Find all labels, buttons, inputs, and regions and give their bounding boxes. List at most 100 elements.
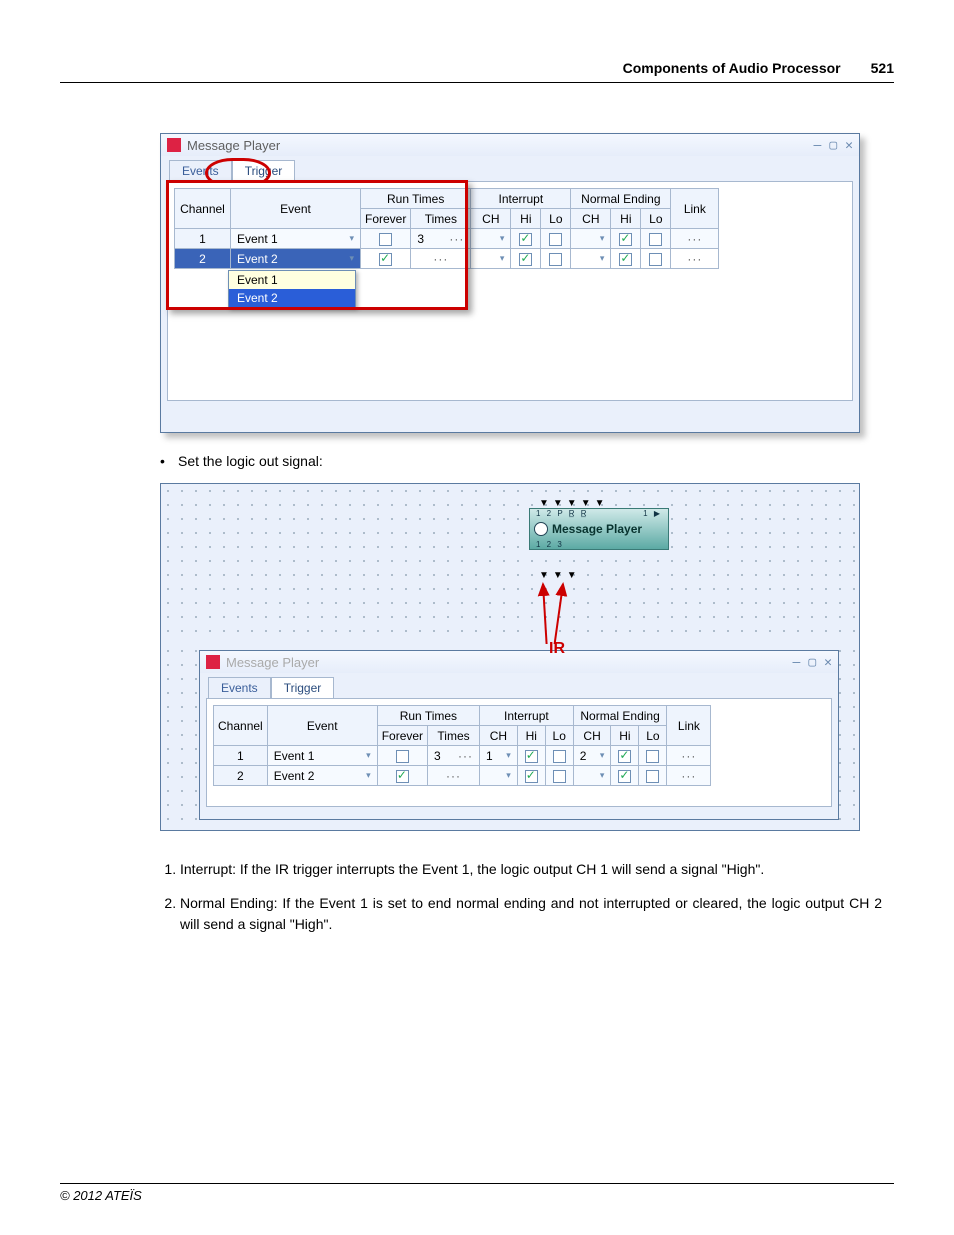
event-select[interactable]: Event 1 <box>231 229 361 249</box>
minimize-button[interactable]: – <box>814 138 822 153</box>
col-times: Times <box>411 209 471 229</box>
trigger-table: Channel Event Run Times Interrupt Normal… <box>174 188 719 269</box>
col-link: Link <box>671 189 719 229</box>
event-dropdown[interactable]: Event 1 Event 2 <box>228 270 356 308</box>
chevron-down-icon <box>357 769 371 783</box>
tab-trigger[interactable]: Trigger <box>271 677 335 698</box>
int-lo-checkbox[interactable] <box>541 229 571 249</box>
col-channel: Channel <box>175 189 231 229</box>
event-select[interactable]: Event 2 <box>267 766 377 786</box>
col-channel: Channel <box>214 706 268 746</box>
int-ch-select[interactable]: 1 <box>480 746 518 766</box>
maximize-button[interactable]: ▢ <box>808 655 816 670</box>
int-hi-checkbox[interactable] <box>517 746 545 766</box>
col-link: Link <box>667 706 711 746</box>
chevron-down-icon <box>357 749 371 763</box>
window-buttons: – ▢ ✕ <box>793 655 832 670</box>
link-button[interactable]: ··· <box>667 766 711 786</box>
table-row-selected: 2 Event 2 ··· ··· <box>175 249 719 269</box>
int-ch-select[interactable] <box>480 766 518 786</box>
message-player-window-bottom: Message Player – ▢ ✕ Events Trigger <box>199 650 839 820</box>
ne-ch-select[interactable]: 2 <box>573 746 611 766</box>
col-ne-ch: CH <box>571 209 611 229</box>
col-times: Times <box>428 726 480 746</box>
col-normal: Normal Ending <box>571 189 671 209</box>
block-top-labels: 1 2 P R̲ R̲1 ▶ <box>530 509 668 518</box>
close-button[interactable]: ✕ <box>845 138 853 153</box>
chevron-down-icon <box>490 252 504 266</box>
maximize-button[interactable]: ▢ <box>829 138 837 153</box>
app-icon <box>206 655 220 669</box>
event-value: Event 1 <box>237 232 278 246</box>
event-select[interactable]: Event 1 <box>267 746 377 766</box>
block-icon <box>534 522 548 536</box>
message-player-block[interactable]: 1 2 P R̲ R̲1 ▶ Message Player 1 2 3 <box>529 508 669 550</box>
chevron-down-icon <box>497 769 511 783</box>
ne-hi-checkbox[interactable] <box>611 766 639 786</box>
int-lo-checkbox[interactable] <box>545 746 573 766</box>
event-select[interactable]: Event 2 <box>231 249 361 269</box>
block-label: Message Player <box>552 522 642 536</box>
times-input[interactable]: ··· <box>411 249 471 269</box>
col-int-lo: Lo <box>545 726 573 746</box>
col-int-ch: CH <box>471 209 511 229</box>
close-button[interactable]: ✕ <box>824 655 832 670</box>
col-event: Event <box>267 706 377 746</box>
page-number: 521 <box>871 60 894 76</box>
ellipsis-icon: ··· <box>449 232 464 246</box>
app-icon <box>167 138 181 152</box>
forever-checkbox[interactable] <box>361 249 411 269</box>
times-input[interactable]: ··· <box>428 766 480 786</box>
ne-hi-checkbox[interactable] <box>611 249 641 269</box>
tab-row: Events Trigger <box>161 156 859 181</box>
col-interrupt: Interrupt <box>471 189 571 209</box>
ne-ch-select[interactable] <box>571 229 611 249</box>
window-title: Message Player <box>226 655 793 670</box>
int-hi-checkbox[interactable] <box>511 249 541 269</box>
col-normal: Normal Ending <box>573 706 667 726</box>
ne-hi-checkbox[interactable] <box>611 229 641 249</box>
link-button[interactable]: ··· <box>671 249 719 269</box>
ne-lo-checkbox[interactable] <box>639 766 667 786</box>
window-buttons: – ▢ ✕ <box>814 138 853 153</box>
ne-hi-checkbox[interactable] <box>611 746 639 766</box>
int-lo-checkbox[interactable] <box>545 766 573 786</box>
link-button[interactable]: ··· <box>667 746 711 766</box>
dropdown-option[interactable]: Event 1 <box>229 271 355 289</box>
trigger-table: Channel Event Run Times Interrupt Normal… <box>213 705 711 786</box>
times-value: ··· <box>433 252 448 266</box>
tab-events[interactable]: Events <box>169 160 232 181</box>
ne-lo-checkbox[interactable] <box>641 229 671 249</box>
int-ch-select[interactable] <box>471 249 511 269</box>
tab-trigger[interactable]: Trigger <box>232 160 296 181</box>
dropdown-option-selected[interactable]: Event 2 <box>229 289 355 307</box>
table-row: 1 Event 1 3··· ··· <box>175 229 719 249</box>
minimize-button[interactable]: – <box>793 655 801 670</box>
forever-checkbox[interactable] <box>361 229 411 249</box>
times-input[interactable]: 3··· <box>428 746 480 766</box>
int-lo-checkbox[interactable] <box>541 249 571 269</box>
col-event: Event <box>231 189 361 229</box>
forever-checkbox[interactable] <box>377 746 427 766</box>
times-input[interactable]: 3··· <box>411 229 471 249</box>
ir-annotation: IR <box>549 640 565 658</box>
forever-checkbox[interactable] <box>377 766 427 786</box>
explanation-list: Interrupt: If the IR trigger interrupts … <box>160 859 882 936</box>
col-forever: Forever <box>377 726 427 746</box>
ne-lo-checkbox[interactable] <box>641 249 671 269</box>
ne-ch-select[interactable] <box>571 249 611 269</box>
link-button[interactable]: ··· <box>671 229 719 249</box>
col-forever: Forever <box>361 209 411 229</box>
int-hi-checkbox[interactable] <box>517 766 545 786</box>
tab-events[interactable]: Events <box>208 677 271 698</box>
col-int-ch: CH <box>480 726 518 746</box>
cell-channel: 1 <box>175 229 231 249</box>
ne-ch-select[interactable] <box>573 766 611 786</box>
figure-logic-out: 1 2 P R̲ R̲1 ▶ Message Player 1 2 3 Mess… <box>160 483 860 831</box>
table-row: 2 Event 2 ··· ··· <box>214 766 711 786</box>
event-value: Event 2 <box>237 252 278 266</box>
ne-lo-checkbox[interactable] <box>639 746 667 766</box>
bullet-text: Set the logic out signal: <box>160 453 882 469</box>
int-hi-checkbox[interactable] <box>511 229 541 249</box>
int-ch-select[interactable] <box>471 229 511 249</box>
